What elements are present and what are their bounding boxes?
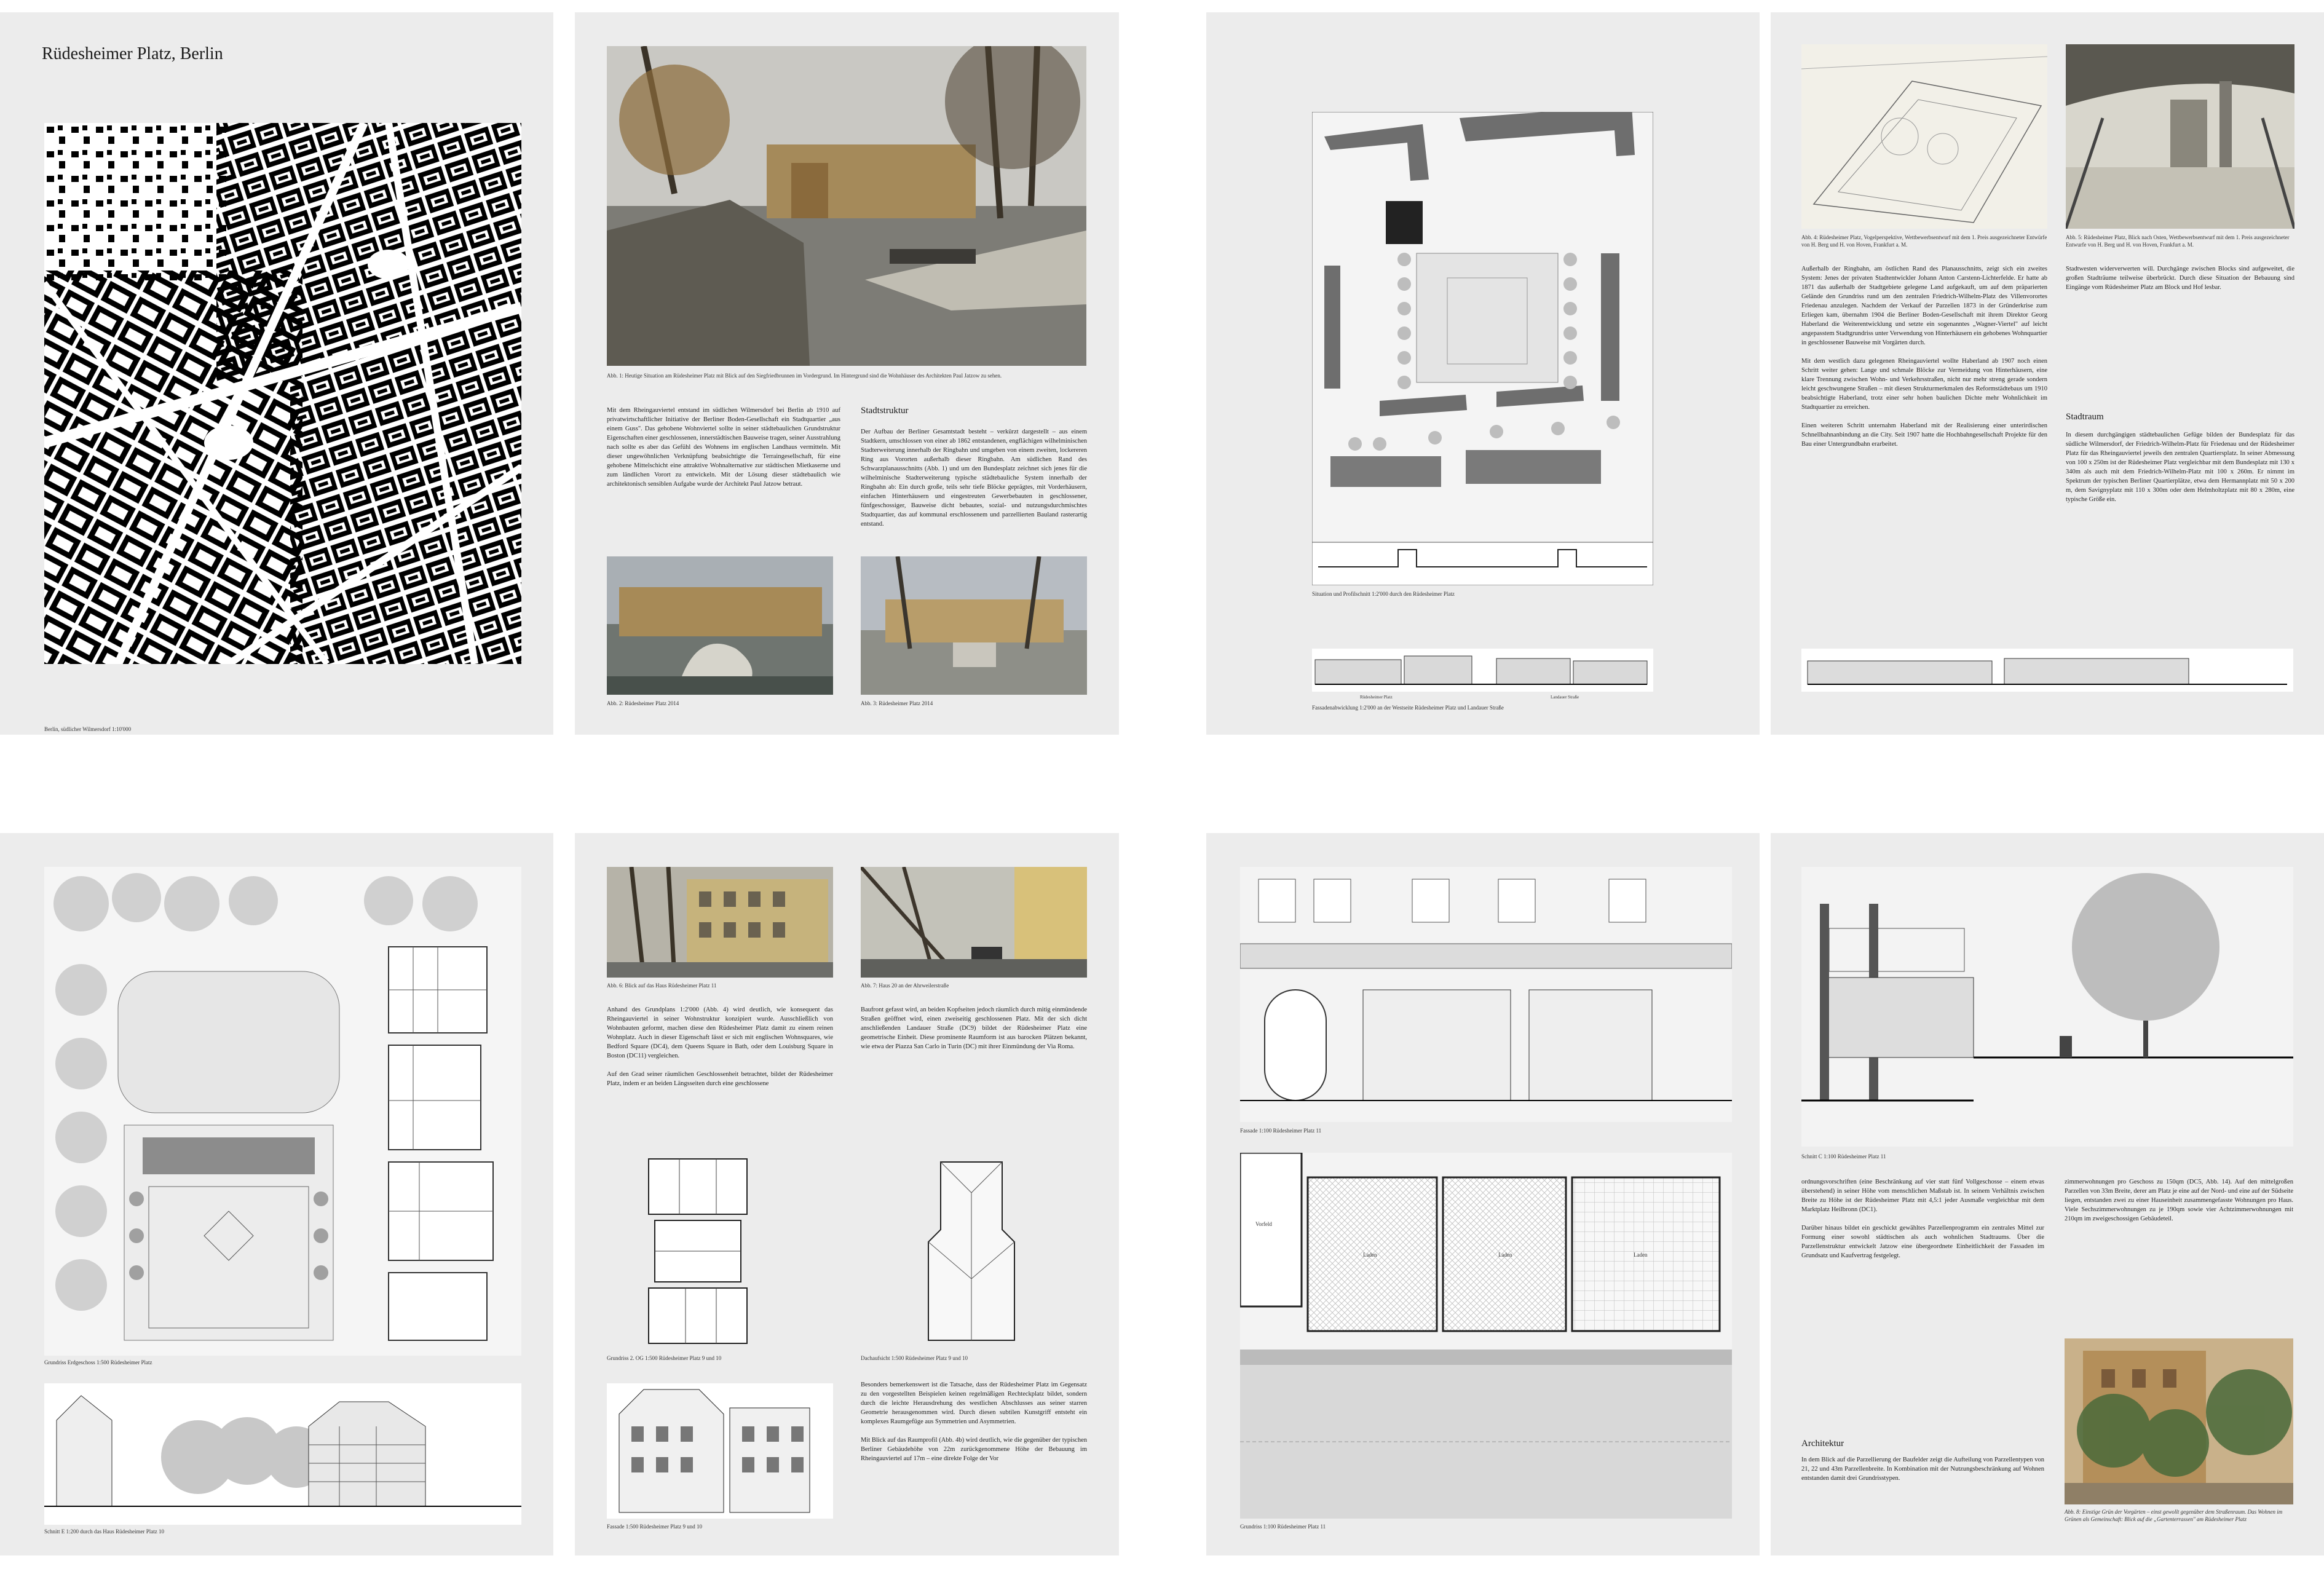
column-2-heading: Stadtraum bbox=[2066, 412, 2104, 422]
page-6-text: Abb. 6: Blick auf das Haus Rüdesheimer P… bbox=[575, 833, 1119, 1555]
architecture-heading: Architektur bbox=[1801, 1439, 1844, 1448]
page-5-plan: Grundriss Erdgeschoss 1:500 Rüdesheimer … bbox=[0, 833, 553, 1555]
facade-caption: Fassade 1:500 Rüdesheimer Platz 9 und 10 bbox=[607, 1524, 702, 1530]
map-caption: Berlin, südlicher Wilmersdorf 1:10'000 bbox=[44, 726, 132, 732]
page-1-map: Rüdesheimer Platz, Berlin Berlin, südlic… bbox=[0, 12, 553, 735]
photo-plaza-fountain bbox=[607, 46, 1086, 366]
photo-ahrweiler bbox=[861, 867, 1087, 978]
figure-6-caption: Abb. 6: Blick auf das Haus Rüdesheimer P… bbox=[607, 982, 717, 989]
ground-plan-detail: Vorfeld Laden Laden Laden bbox=[1240, 1153, 1732, 1519]
figure-5-caption: Abb. 5: Rüdesheimer Platz, Blick nach Os… bbox=[2066, 234, 2290, 248]
column-2-text: In diesem durchgängigen städtebaulichen … bbox=[2066, 432, 2294, 503]
facade-label-1: Rüdesheimer Platz bbox=[1360, 695, 1393, 700]
room-label-3: Laden bbox=[1498, 1252, 1512, 1258]
plan-caption: Grundriss 1:100 Rüdesheimer Platz 11 bbox=[1240, 1524, 1326, 1530]
facade-elevation bbox=[1312, 649, 1653, 692]
facade-label-2: Landauer Straße bbox=[1551, 695, 1579, 700]
photo-house-11 bbox=[607, 867, 833, 978]
figure-3-caption: Abb. 3: Rüdesheimer Platz 2014 bbox=[861, 700, 933, 706]
text-column-2: zimmerwohnungen pro Geschoss zu 150qm (D… bbox=[2065, 1179, 2293, 1222]
text-column-1: Anhand des Grundplans 1:2'000 (Abb. 4) w… bbox=[607, 1006, 833, 1087]
roof-caption: Dachaufsicht 1:500 Rüdesheimer Platz 9 u… bbox=[861, 1355, 968, 1361]
text-column-2: Baufront gefasst wird, an beiden Kopfsei… bbox=[861, 1006, 1087, 1050]
section-caption: Schnitt E 1:200 durch das Haus Rüdesheim… bbox=[44, 1528, 164, 1535]
watercolor-illustration bbox=[2065, 1338, 2293, 1504]
facade-elevation-2 bbox=[1801, 649, 2293, 692]
text-column-2: Stadtwesten widerverwerten will. Durchgä… bbox=[2066, 266, 2294, 291]
text-column-1: Außerhalb der Ringbahn, am östlichen Ran… bbox=[1801, 266, 2047, 448]
section-caption: Schnitt C 1:100 Rüdesheimer Platz 11 bbox=[1801, 1153, 1886, 1160]
facade-caption: Fassade 1:100 Rüdesheimer Platz 11 bbox=[1240, 1128, 1322, 1134]
upper-floor-plan bbox=[636, 1153, 759, 1350]
ground-floor-plan bbox=[44, 867, 521, 1356]
text-column-3: Besonders bemerkenswert ist die Tatsache… bbox=[861, 1381, 1087, 1462]
page-4-text: Abb. 4: Rüdesheimer Platz, Vogelperspekt… bbox=[1771, 12, 2324, 735]
figure-4-caption: Abb. 4: Rüdesheimer Platz, Vogelperspekt… bbox=[1801, 234, 2047, 248]
room-label-1: Vorfeld bbox=[1255, 1221, 1272, 1227]
facade-caption: Fassadenabwicklung 1:2'000 an der Westse… bbox=[1312, 705, 1504, 711]
perspective-drawing bbox=[2066, 44, 2294, 229]
photo-sculpture bbox=[607, 556, 833, 695]
photo-square-winter bbox=[861, 556, 1087, 695]
page-8-text: Schnitt C 1:100 Rüdesheimer Platz 11 ord… bbox=[1771, 833, 2324, 1555]
page-2-text: Abb. 1: Heutige Situation am Rüdesheimer… bbox=[575, 12, 1119, 735]
bird-eye-drawing bbox=[1801, 44, 2047, 229]
facade-detail bbox=[1240, 867, 1732, 1122]
text-column-1: ordnungsvorschriften (eine Beschränkung … bbox=[1801, 1179, 2044, 1259]
text-column-1b: In dem Blick auf die Parzellierung der B… bbox=[1801, 1456, 2044, 1482]
figure-2-caption: Abb. 2: Rüdesheimer Platz 2014 bbox=[607, 700, 679, 706]
intro-text: Mit dem Rheingauviertel entstand im südl… bbox=[607, 407, 840, 488]
roof-plan bbox=[916, 1156, 1027, 1346]
site-plan bbox=[1312, 112, 1653, 585]
section-c-drawing bbox=[1801, 867, 2293, 1147]
facade-drawing bbox=[607, 1383, 833, 1519]
section-drawing bbox=[44, 1383, 521, 1525]
page-title: Rüdesheimer Platz, Berlin bbox=[42, 44, 223, 63]
plan-caption: Grundriss Erdgeschoss 1:500 Rüdesheimer … bbox=[44, 1359, 152, 1365]
section-text: Der Aufbau der Berliner Gesamtstadt best… bbox=[861, 429, 1087, 528]
plan-caption: Situation und Profilschnitt 1:2'000 durc… bbox=[1312, 591, 1455, 597]
figure-8-caption: Abb. 8: Einstige Grün der Vorgärten – ei… bbox=[2065, 1509, 2283, 1522]
room-label-2: Laden bbox=[1363, 1252, 1377, 1258]
figure-7-caption: Abb. 7: Haus 20 an der Ahrweilerstraße bbox=[861, 982, 949, 989]
page-7-details: Fassade 1:100 Rüdesheimer Platz 11 Vorfe… bbox=[1206, 833, 1760, 1555]
section-heading: Stadtstruktur bbox=[861, 406, 909, 416]
figure-1-caption: Abb. 1: Heutige Situation am Rüdesheimer… bbox=[607, 373, 1002, 379]
room-label-4: Laden bbox=[1634, 1252, 1648, 1258]
figure-ground-map bbox=[44, 123, 521, 664]
plan-2-caption: Grundriss 2. OG 1:500 Rüdesheimer Platz … bbox=[607, 1355, 722, 1361]
page-3-plan: Situation und Profilschnitt 1:2'000 durc… bbox=[1206, 12, 1760, 735]
